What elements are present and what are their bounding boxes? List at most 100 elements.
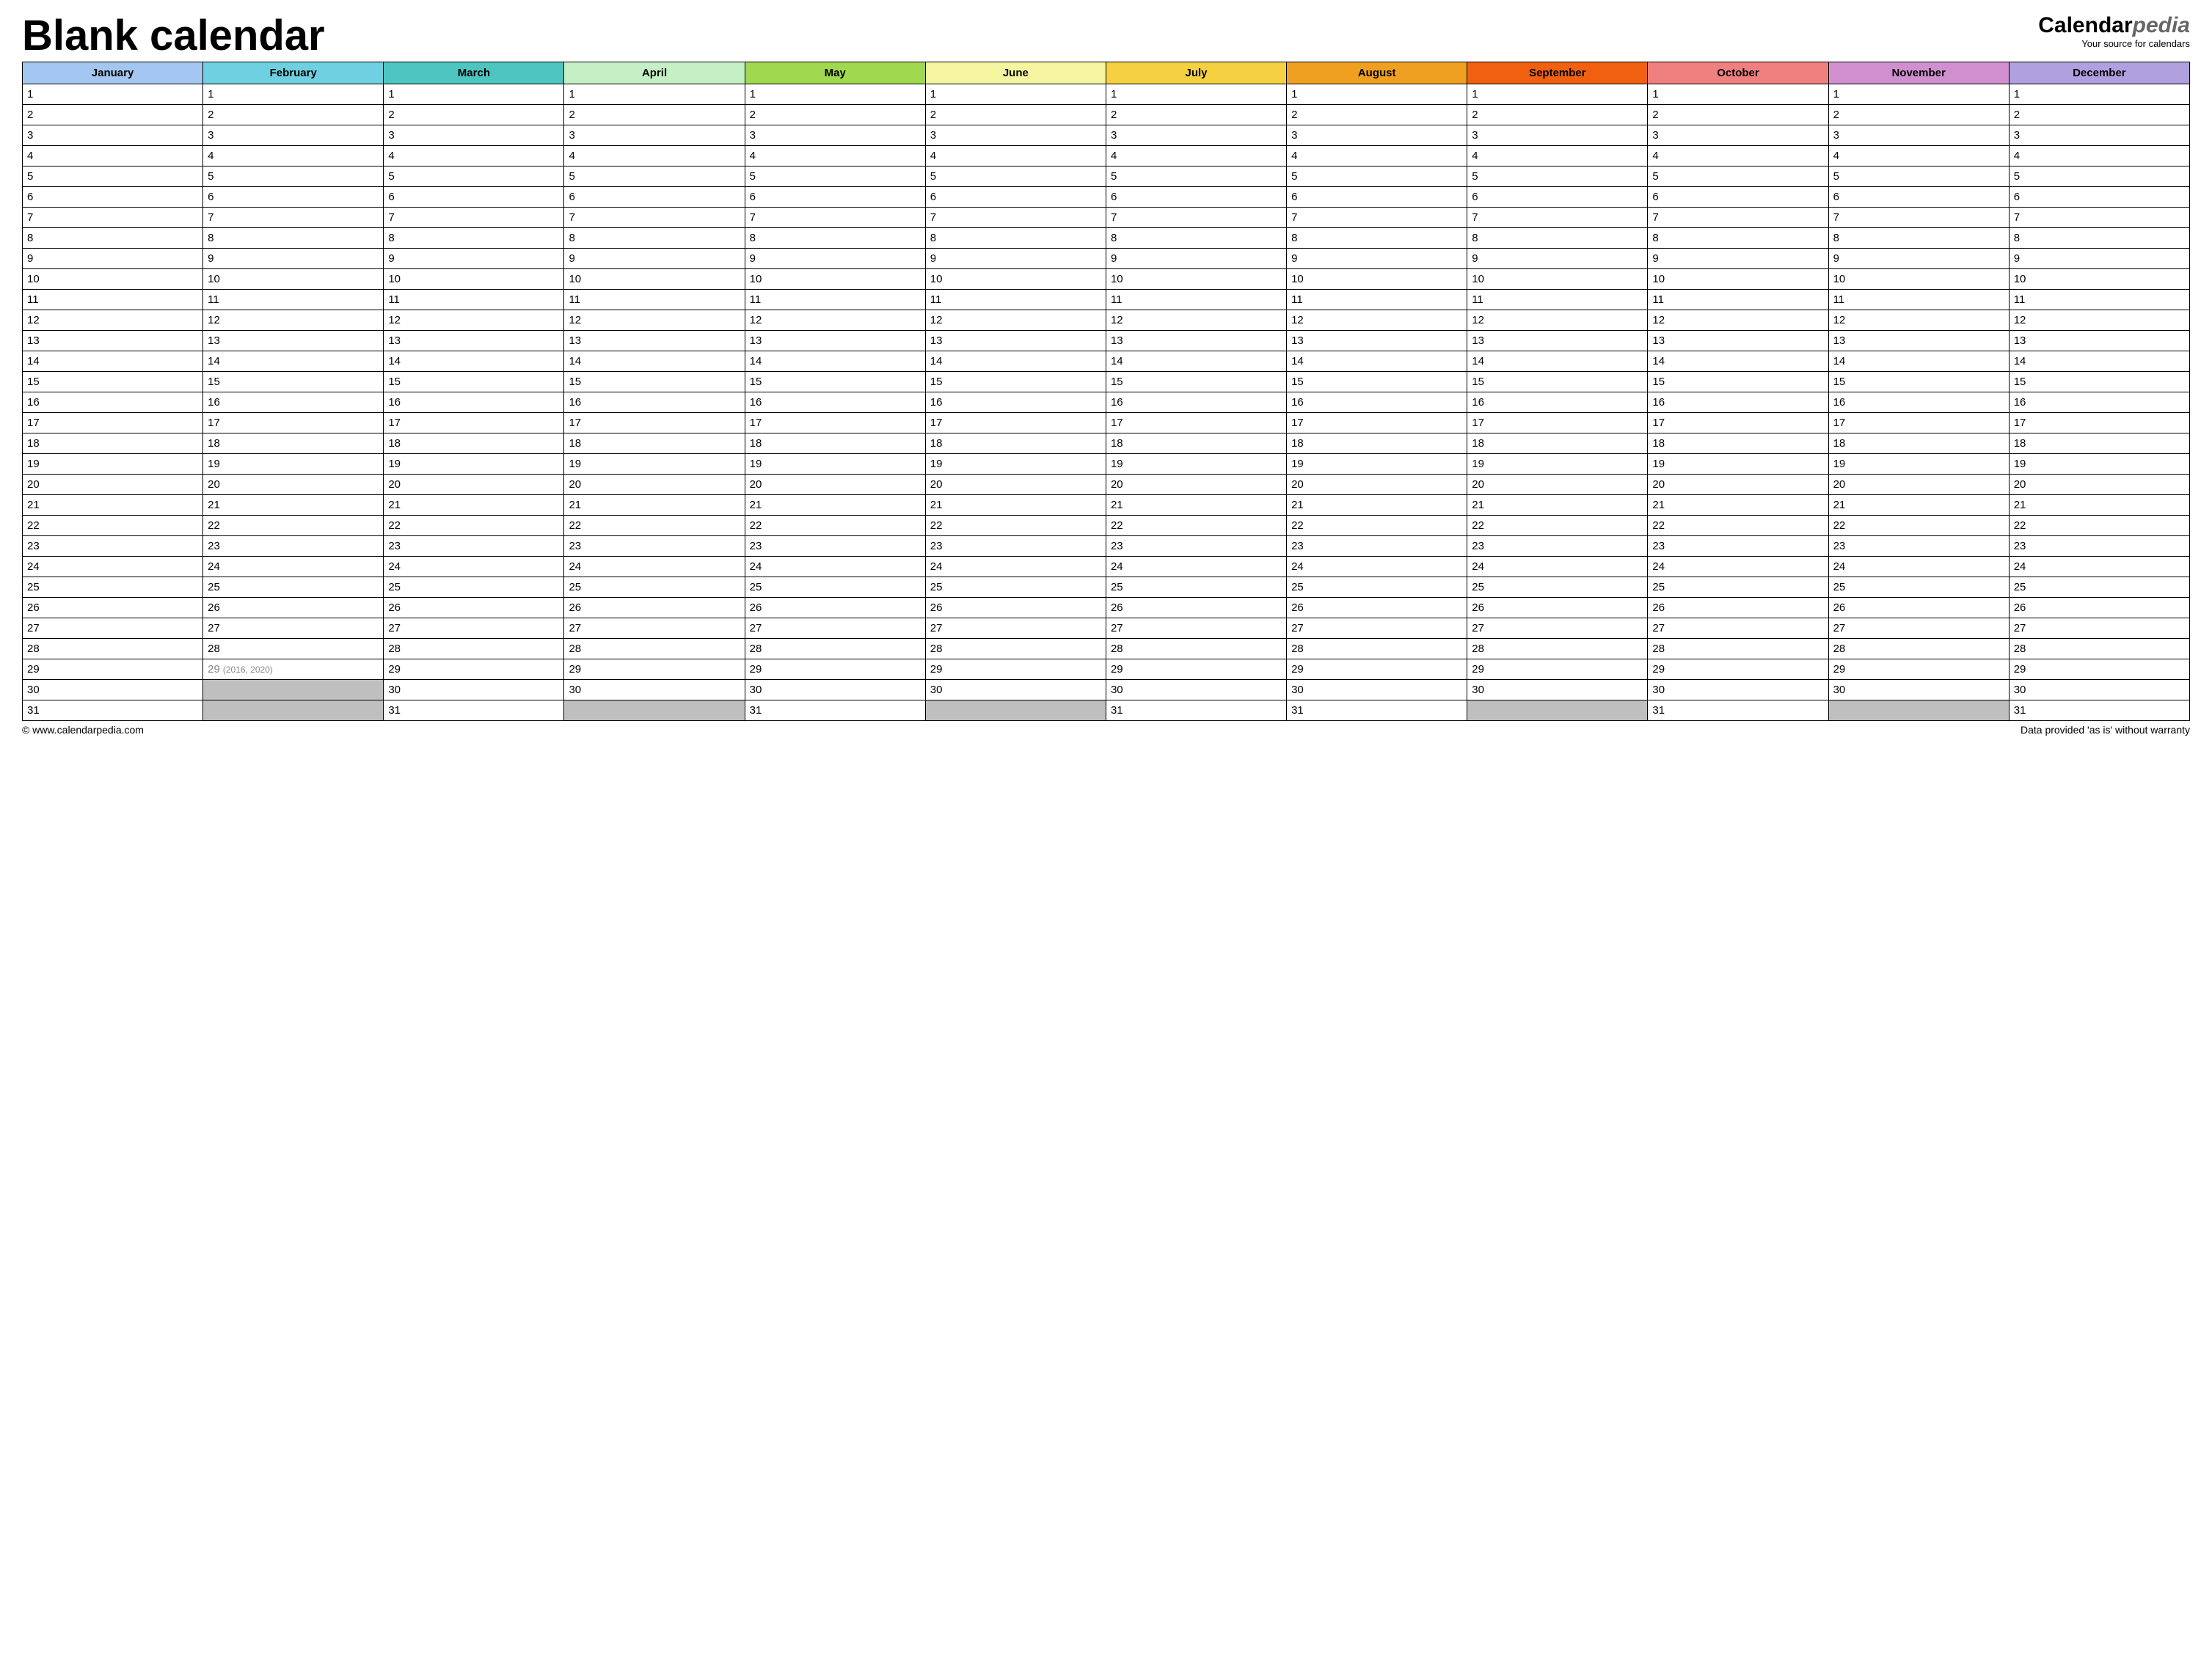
day-cell: 1 [384, 84, 564, 105]
day-cell: 2 [1648, 105, 1828, 125]
day-cell: 17 [2009, 413, 2189, 433]
day-cell: 30 [1106, 680, 1286, 700]
day-cell: 15 [564, 372, 745, 392]
day-cell: 28 [384, 639, 564, 659]
day-cell: 14 [203, 351, 384, 372]
day-cell: 18 [1648, 433, 1828, 454]
day-cell: 12 [925, 310, 1106, 331]
day-cell: 16 [745, 392, 925, 413]
day-cell: 11 [925, 290, 1106, 310]
month-header: August [1287, 62, 1467, 84]
day-cell: 21 [2009, 495, 2189, 516]
day-cell: 7 [384, 208, 564, 228]
day-cell: 26 [23, 598, 203, 618]
day-cell: 6 [1106, 187, 1286, 208]
day-cell: 30 [745, 680, 925, 700]
day-cell: 13 [564, 331, 745, 351]
day-row: 111111111111 [23, 84, 2190, 105]
day-cell: 13 [1467, 331, 1648, 351]
day-row: 212121212121212121212121 [23, 495, 2190, 516]
day-cell: 27 [1106, 618, 1286, 639]
day-cell: 7 [2009, 208, 2189, 228]
day-cell: 28 [1287, 639, 1467, 659]
day-cell: 1 [23, 84, 203, 105]
day-cell: 2 [384, 105, 564, 125]
day-cell: 14 [925, 351, 1106, 372]
day-cell: 21 [203, 495, 384, 516]
month-header: April [564, 62, 745, 84]
day-cell: 17 [1648, 413, 1828, 433]
day-cell: 23 [23, 536, 203, 557]
day-cell: 26 [203, 598, 384, 618]
day-cell: 26 [1287, 598, 1467, 618]
day-cell: 26 [564, 598, 745, 618]
day-cell: 25 [1828, 577, 2009, 598]
day-row: 666666666666 [23, 187, 2190, 208]
day-cell [203, 680, 384, 700]
day-cell: 5 [1106, 166, 1286, 187]
day-cell: 11 [564, 290, 745, 310]
day-cell: 5 [564, 166, 745, 187]
day-cell: 16 [23, 392, 203, 413]
day-cell: 15 [745, 372, 925, 392]
day-row: 101010101010101010101010 [23, 269, 2190, 290]
day-cell: 27 [1648, 618, 1828, 639]
day-cell: 8 [1287, 228, 1467, 249]
day-cell: 25 [1106, 577, 1286, 598]
day-cell: 8 [23, 228, 203, 249]
day-cell: 27 [23, 618, 203, 639]
month-header: June [925, 62, 1106, 84]
day-cell: 23 [1467, 536, 1648, 557]
day-row: 191919191919191919191919 [23, 454, 2190, 475]
calendar-table: JanuaryFebruaryMarchAprilMayJuneJulyAugu… [22, 62, 2190, 721]
day-cell: 18 [925, 433, 1106, 454]
day-cell: 14 [2009, 351, 2189, 372]
day-cell: 24 [1287, 557, 1467, 577]
day-cell: 18 [384, 433, 564, 454]
day-cell: 10 [2009, 269, 2189, 290]
day-cell: 11 [1828, 290, 2009, 310]
day-cell: 19 [203, 454, 384, 475]
day-cell: 31 [384, 700, 564, 721]
day-cell: 20 [2009, 475, 2189, 495]
day-cell: 29 [745, 659, 925, 680]
day-cell: 4 [1648, 146, 1828, 166]
day-cell: 10 [1467, 269, 1648, 290]
day-cell: 16 [203, 392, 384, 413]
day-cell: 24 [1648, 557, 1828, 577]
day-cell: 20 [564, 475, 745, 495]
month-header: October [1648, 62, 1828, 84]
day-cell: 29 [1467, 659, 1648, 680]
day-cell: 6 [203, 187, 384, 208]
month-header-row: JanuaryFebruaryMarchAprilMayJuneJulyAugu… [23, 62, 2190, 84]
day-cell: 17 [23, 413, 203, 433]
day-cell: 3 [745, 125, 925, 146]
day-cell: 23 [1648, 536, 1828, 557]
day-row: 272727272727272727272727 [23, 618, 2190, 639]
day-cell: 22 [745, 516, 925, 536]
day-cell: 17 [203, 413, 384, 433]
day-cell: 31 [2009, 700, 2189, 721]
day-cell: 25 [1467, 577, 1648, 598]
leap-day-number: 29 [208, 663, 220, 676]
day-cell: 14 [745, 351, 925, 372]
day-cell: 22 [1828, 516, 2009, 536]
day-cell [1467, 700, 1648, 721]
day-cell: 3 [925, 125, 1106, 146]
day-cell: 1 [1828, 84, 2009, 105]
day-row: 3030303030303030303030 [23, 680, 2190, 700]
day-cell: 6 [384, 187, 564, 208]
day-cell: 10 [1106, 269, 1286, 290]
day-cell: 6 [1467, 187, 1648, 208]
day-cell: 2 [1106, 105, 1286, 125]
day-cell: 9 [1648, 249, 1828, 269]
day-cell: 24 [1106, 557, 1286, 577]
day-cell: 16 [925, 392, 1106, 413]
day-cell: 23 [1106, 536, 1286, 557]
day-cell: 8 [925, 228, 1106, 249]
day-cell: 12 [1287, 310, 1467, 331]
day-row: 151515151515151515151515 [23, 372, 2190, 392]
day-cell: 19 [23, 454, 203, 475]
day-cell: 28 [564, 639, 745, 659]
day-cell: 29 [1287, 659, 1467, 680]
